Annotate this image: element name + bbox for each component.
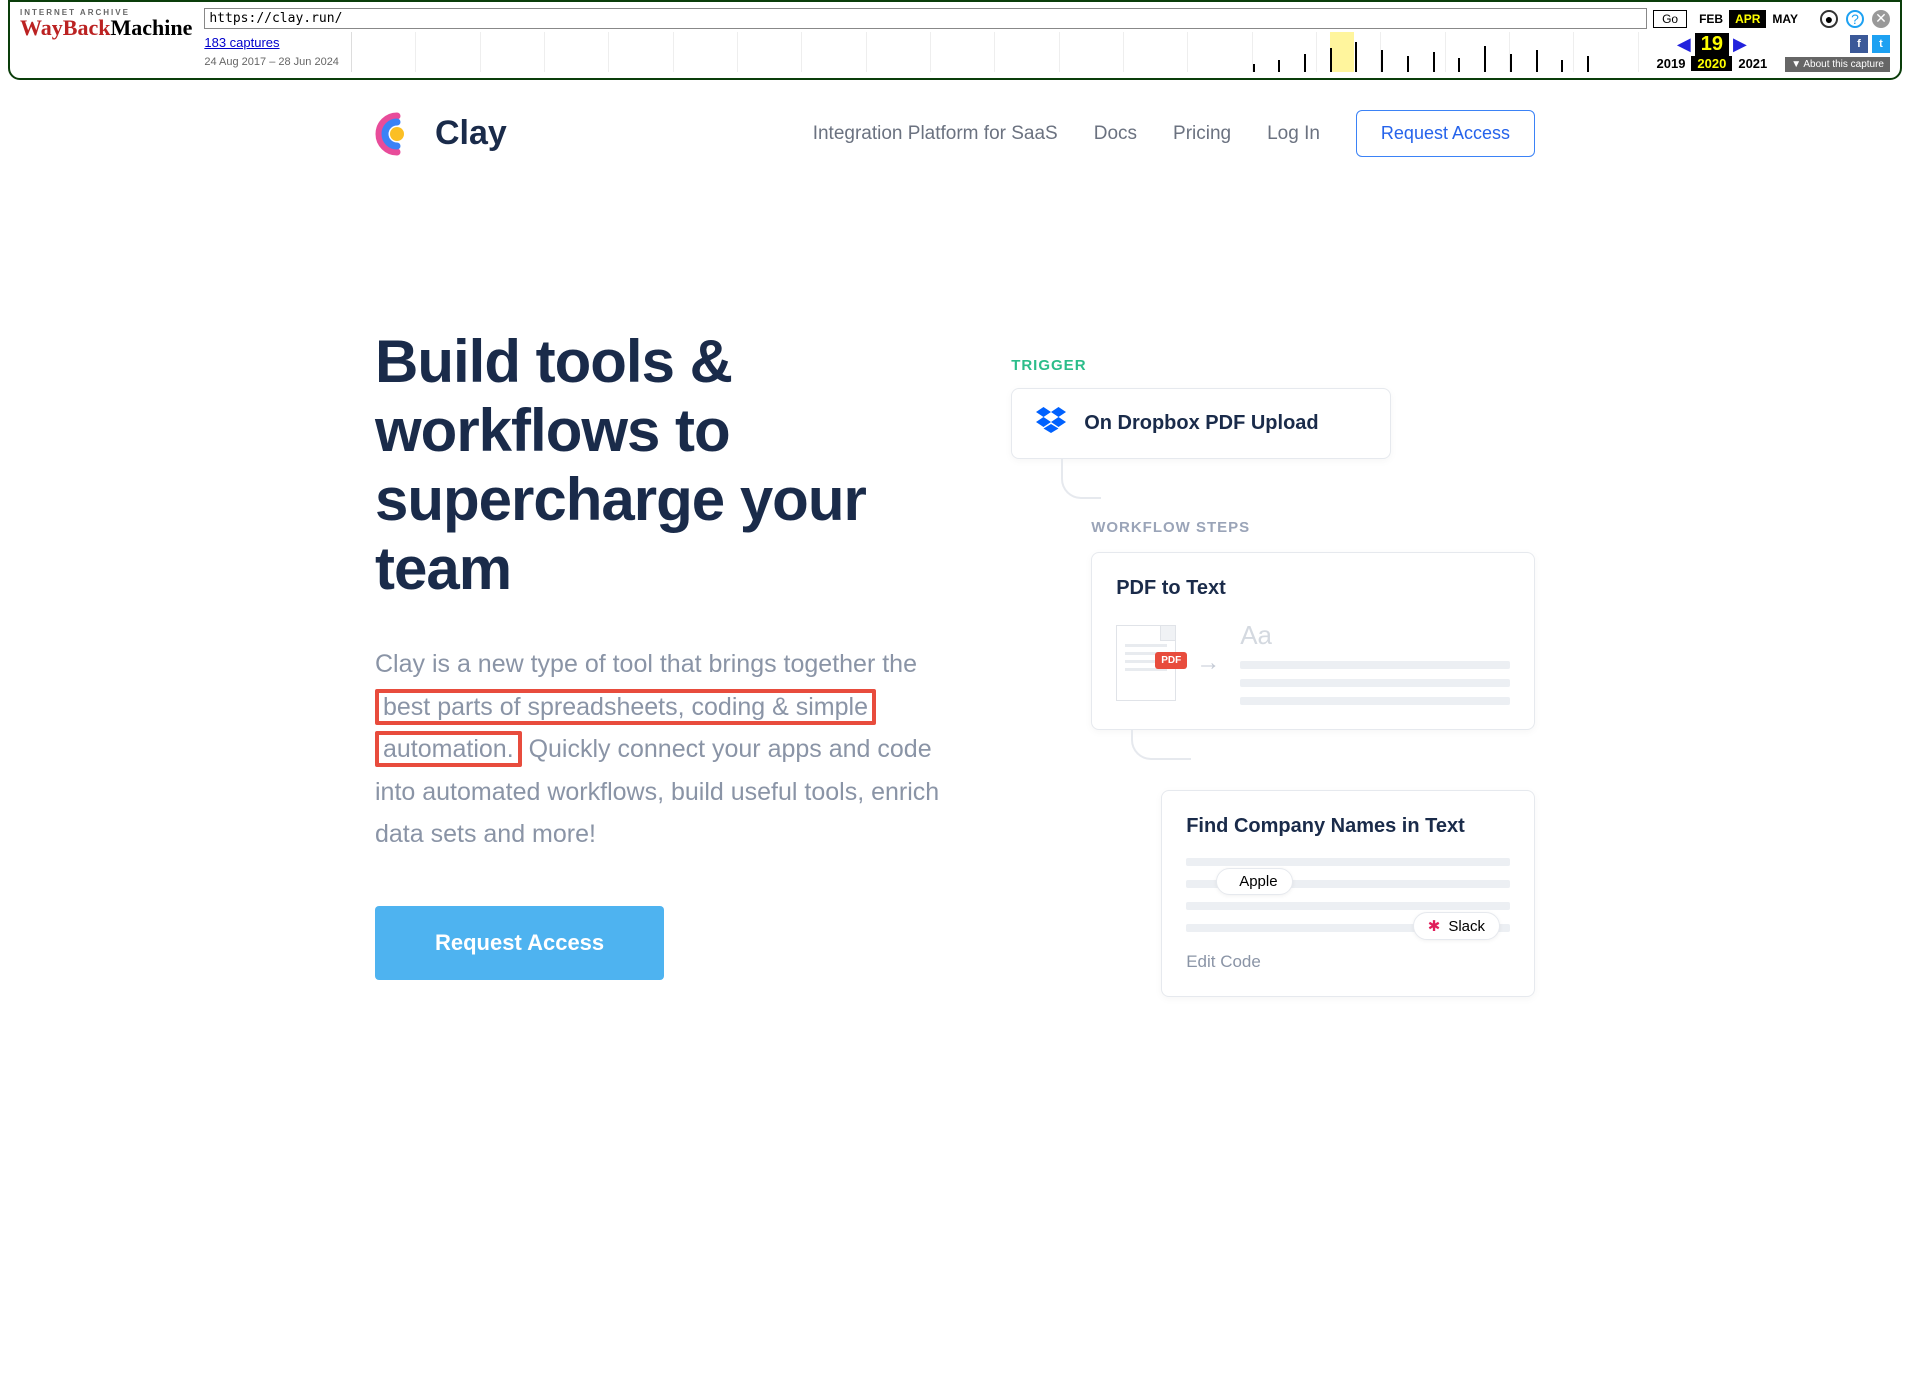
- pdf-badge: PDF: [1155, 652, 1187, 669]
- text-output-icon: Aa: [1240, 620, 1510, 705]
- nav-request-access-button[interactable]: Request Access: [1356, 110, 1535, 157]
- nav-login[interactable]: Log In: [1267, 123, 1320, 145]
- slack-icon: ✱: [1428, 917, 1441, 935]
- trigger-label: TRIGGER: [1011, 357, 1535, 374]
- main-nav: Clay Integration Platform for SaaS Docs …: [375, 80, 1535, 187]
- month-next[interactable]: MAY: [1766, 10, 1804, 28]
- logo-icon: [375, 112, 419, 156]
- edit-code-link[interactable]: Edit Code: [1186, 952, 1510, 972]
- logo-text: Clay: [435, 114, 507, 153]
- arrow-right-icon: →: [1196, 649, 1220, 677]
- facebook-icon[interactable]: f: [1850, 35, 1868, 53]
- step2-title: Find Company Names in Text: [1186, 815, 1510, 838]
- user-icon[interactable]: ●: [1820, 10, 1838, 28]
- help-icon[interactable]: ?: [1846, 10, 1864, 28]
- wayback-center: Go FEB APR MAY ● ? ✕ 183 captures 24 Aug…: [204, 8, 1890, 72]
- step-find-companies: Find Company Names in Text Apple ✱ Slack: [1161, 790, 1535, 997]
- logo[interactable]: Clay: [375, 112, 507, 156]
- twitter-icon[interactable]: t: [1872, 35, 1890, 53]
- nav-pricing[interactable]: Pricing: [1173, 123, 1231, 145]
- date-range: 24 Aug 2017 – 28 Jun 2024: [204, 56, 339, 68]
- steps-label: WORKFLOW STEPS: [1091, 519, 1535, 536]
- trigger-text: On Dropbox PDF Upload: [1084, 412, 1318, 435]
- hero-request-access-button[interactable]: Request Access: [375, 906, 664, 980]
- close-icon[interactable]: ✕: [1872, 10, 1890, 28]
- step1-title: PDF to Text: [1116, 577, 1510, 600]
- wayback-toolbar: INTERNET ARCHIVE WayBackMachine Go FEB A…: [8, 0, 1902, 80]
- wayback-sparkline[interactable]: [351, 32, 1639, 72]
- prev-snapshot-arrow[interactable]: ◀: [1677, 34, 1691, 55]
- wayback-go-button[interactable]: Go: [1653, 10, 1687, 28]
- connector-line: [1061, 459, 1101, 499]
- wayback-months: FEB APR MAY: [1693, 10, 1804, 28]
- captures-link[interactable]: 183 captures: [204, 35, 279, 50]
- year-next[interactable]: 2021: [1732, 56, 1773, 71]
- wayback-url-input[interactable]: [204, 8, 1647, 29]
- month-prev[interactable]: FEB: [1693, 10, 1729, 28]
- trigger-card: On Dropbox PDF Upload: [1011, 388, 1391, 459]
- dropbox-icon: [1036, 407, 1066, 440]
- workflow-diagram: TRIGGER On Dropbox PDF Upload WORKFLOW S…: [1011, 327, 1535, 997]
- pill-apple: Apple: [1216, 868, 1292, 895]
- hero-title: Build tools & workflows to supercharge y…: [375, 327, 951, 603]
- nav-integration[interactable]: Integration Platform for SaaS: [813, 123, 1058, 145]
- year-current: 2020: [1691, 56, 1732, 71]
- hero-section: Build tools & workflows to supercharge y…: [375, 187, 1535, 997]
- pdf-document-icon: PDF: [1116, 625, 1176, 701]
- nav-docs[interactable]: Docs: [1094, 123, 1137, 145]
- hero-description: Clay is a new type of tool that brings t…: [375, 643, 951, 856]
- step-pdf-to-text: PDF to Text PDF → Aa: [1091, 552, 1535, 730]
- year-prev[interactable]: 2019: [1651, 56, 1692, 71]
- next-snapshot-arrow[interactable]: ▶: [1733, 34, 1747, 55]
- month-current: APR: [1729, 10, 1766, 28]
- snapshot-day: 19: [1695, 33, 1729, 56]
- pill-slack: ✱ Slack: [1413, 912, 1500, 940]
- connector-line: [1131, 730, 1191, 760]
- about-capture-button[interactable]: About this capture: [1785, 57, 1890, 72]
- wayback-logo[interactable]: INTERNET ARCHIVE WayBackMachine: [20, 8, 192, 39]
